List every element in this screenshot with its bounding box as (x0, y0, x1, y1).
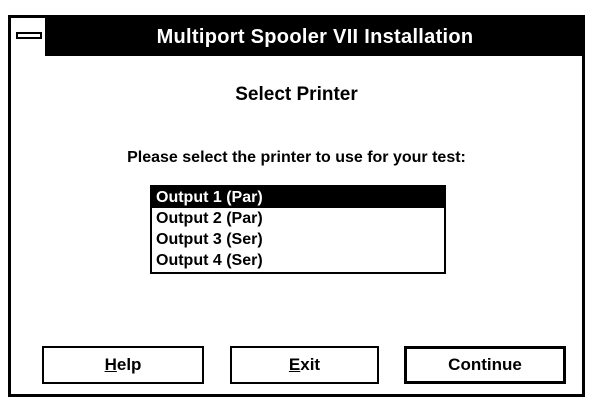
exit-button-label: xit (300, 355, 321, 374)
exit-button-mnemonic: E (288, 355, 301, 374)
dialog-prompt: Please select the printer to use for you… (127, 149, 466, 166)
help-button-label: elp (116, 355, 142, 374)
installation-dialog: Multiport Spooler VII Installation Selec… (8, 15, 585, 397)
window-title: Multiport Spooler VII Installation (156, 26, 474, 48)
system-menu-icon (16, 32, 42, 39)
dialog-heading: Select Printer (235, 84, 358, 105)
system-menu-button[interactable] (11, 18, 48, 56)
printer-listbox[interactable]: Output 1 (Par) Output 2 (Par) Output 3 (… (150, 185, 446, 274)
exit-button[interactable]: Exit (230, 346, 379, 384)
help-button-mnemonic: H (104, 355, 117, 374)
continue-button[interactable]: Continue (404, 346, 566, 384)
printer-option-output-4[interactable]: Output 4 (Ser) (152, 250, 444, 271)
title-bar[interactable]: Multiport Spooler VII Installation (11, 18, 582, 56)
printer-option-output-1[interactable]: Output 1 (Par) (152, 187, 444, 208)
help-button[interactable]: Help (42, 346, 204, 384)
printer-option-output-3[interactable]: Output 3 (Ser) (152, 229, 444, 250)
printer-option-output-2[interactable]: Output 2 (Par) (152, 208, 444, 229)
continue-button-label: Continue (448, 355, 522, 374)
